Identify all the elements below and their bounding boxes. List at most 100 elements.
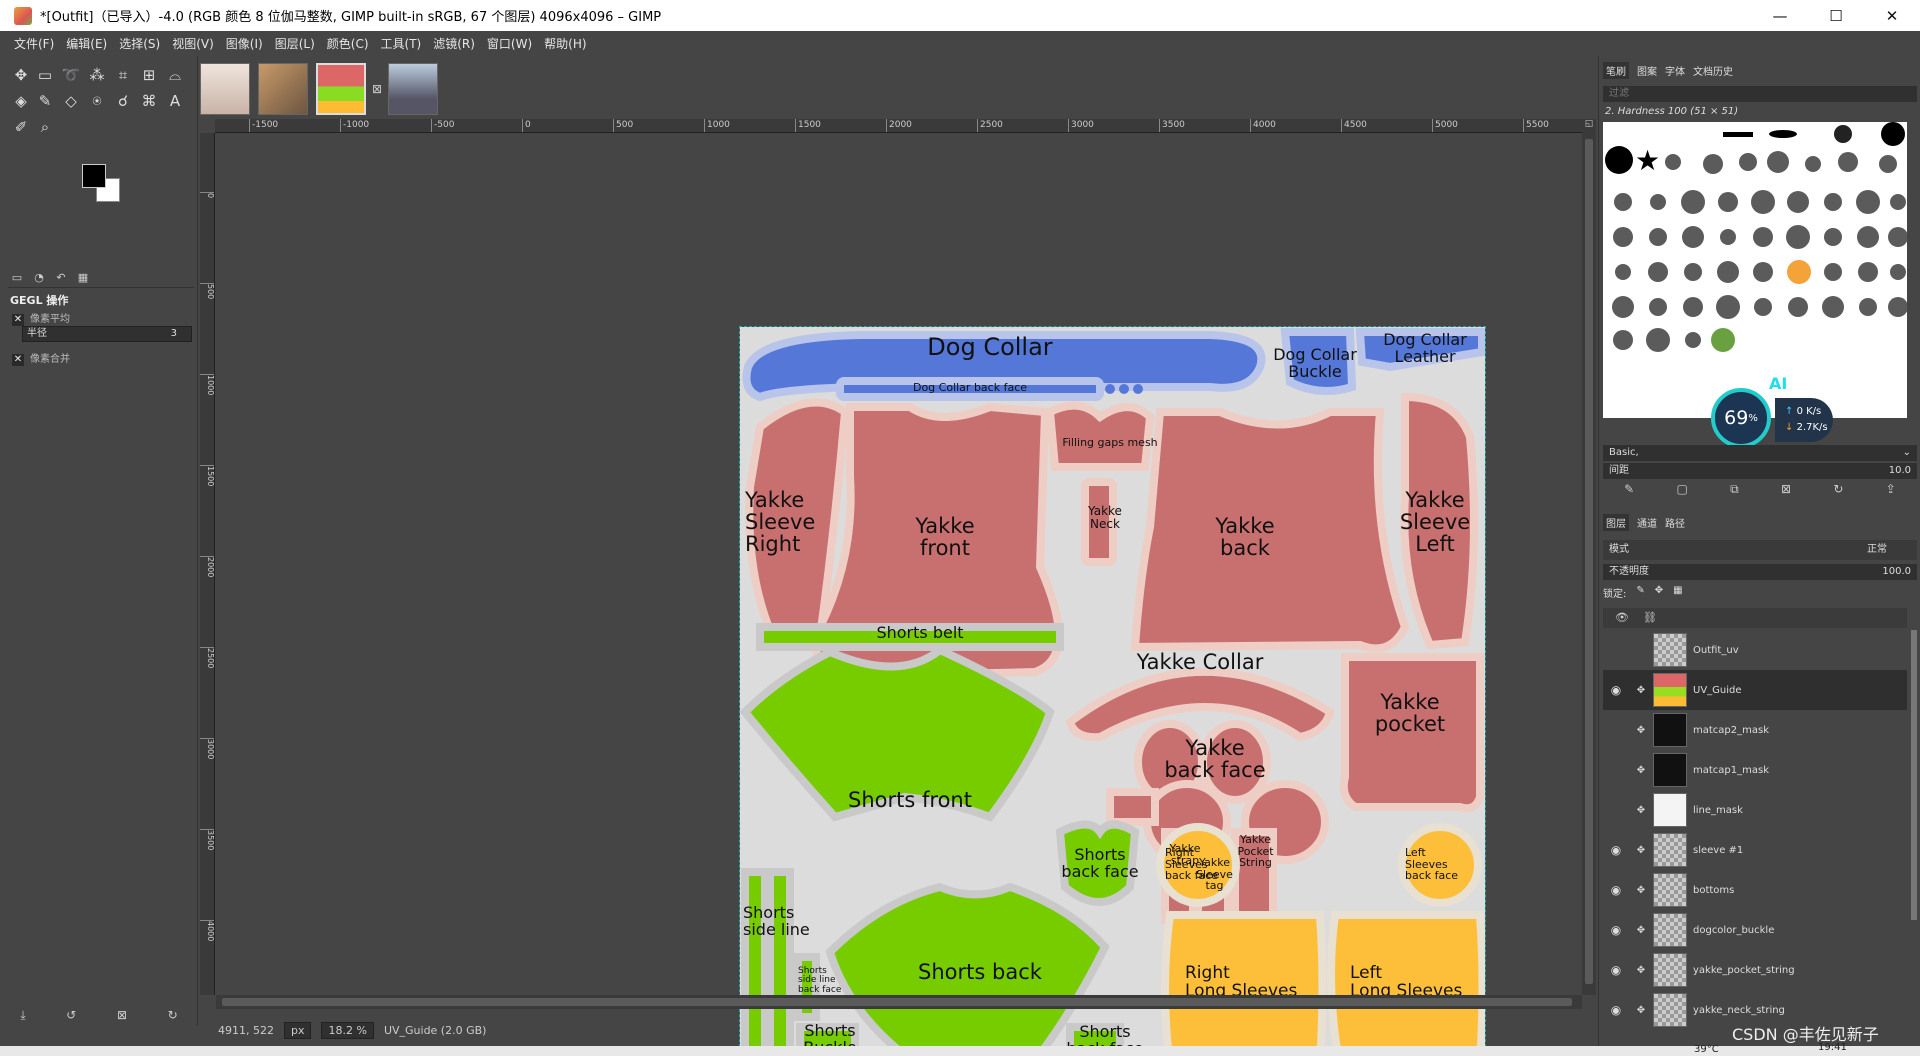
layer-row[interactable]: ◉ ✥ UV_Guide xyxy=(1603,670,1907,710)
close-button[interactable]: ✕ xyxy=(1864,0,1920,31)
chain-icon[interactable]: ✥ xyxy=(1629,1005,1653,1016)
remove-icon[interactable]: ✕ xyxy=(12,314,24,326)
unit-select[interactable]: px xyxy=(283,1021,312,1039)
layer-list-scrollbar[interactable] xyxy=(1911,630,1917,920)
layer-row[interactable]: ◉ ✥ bottoms xyxy=(1603,870,1907,910)
tool-options-tab-icon[interactable]: ▭ xyxy=(8,271,26,284)
lasso-icon[interactable]: ➰ xyxy=(60,64,82,86)
eraser-icon[interactable]: ◇ xyxy=(60,90,82,112)
brush-preset-select[interactable]: Basic, ⌄ xyxy=(1603,445,1917,461)
visibility-eye-icon[interactable]: ◉ xyxy=(1603,923,1629,937)
duplicate-brush-icon[interactable]: ⧉ xyxy=(1730,482,1739,502)
close-tab-icon[interactable]: ⊠ xyxy=(372,82,382,96)
tab-paths[interactable]: 路径 xyxy=(1665,515,1685,530)
transform-icon[interactable]: ⊞ xyxy=(138,64,160,86)
remove-icon[interactable]: ✕ xyxy=(12,354,24,366)
chain-icon[interactable]: ✥ xyxy=(1629,965,1653,976)
visibility-eye-icon[interactable]: ◉ xyxy=(1603,963,1629,977)
menu-windows[interactable]: 窗口(W) xyxy=(481,35,538,52)
uv-guide-image[interactable]: Dog Collar Dog Collar back face Dog Coll… xyxy=(739,326,1486,1056)
menu-select[interactable]: 选择(S) xyxy=(113,35,166,52)
layer-row[interactable]: ✥ matcap1_mask xyxy=(1603,750,1907,790)
menu-filters[interactable]: 滤镜(R) xyxy=(427,35,481,52)
crop-icon[interactable]: ⌗ xyxy=(112,64,134,86)
brush-filter-input[interactable]: 过滤 xyxy=(1603,86,1917,102)
fuzzy-select-icon[interactable]: ⁂ xyxy=(86,64,108,86)
horizontal-ruler[interactable]: -1500 -1000 -500 0 500 1000 1500 2000 25… xyxy=(215,119,1582,133)
layer-row[interactable]: ◉ ✥ sleeve #1 xyxy=(1603,830,1907,870)
save-options-icon[interactable]: ⤓ xyxy=(20,1008,25,1023)
smudge-icon[interactable]: ☌ xyxy=(112,90,134,112)
scroll-thumb[interactable] xyxy=(222,998,1572,1006)
maximize-button[interactable]: ☐ xyxy=(1808,0,1864,31)
spacing-slider[interactable]: 间距 10.0 xyxy=(1603,463,1917,479)
chain-icon[interactable]: ✥ xyxy=(1629,925,1653,936)
menu-tools[interactable]: 工具(T) xyxy=(375,35,428,52)
refresh-brushes-icon[interactable]: ↻ xyxy=(1833,482,1843,502)
layer-mode-select[interactable]: 模式 正常 xyxy=(1603,540,1917,560)
minimize-button[interactable]: — xyxy=(1752,0,1808,31)
layer-row[interactable]: ◉ ✥ yakke_pocket_string xyxy=(1603,950,1907,990)
navigate-icon[interactable]: ◱ xyxy=(1582,119,1596,133)
layer-row[interactable]: ◉ ✥ dogcolor_buckle xyxy=(1603,910,1907,950)
menu-help[interactable]: 帮助(H) xyxy=(538,35,592,52)
chain-icon[interactable]: ✥ xyxy=(1629,805,1653,816)
visibility-eye-icon[interactable]: ◉ xyxy=(1603,883,1629,897)
tab-channels[interactable]: 通道 xyxy=(1637,515,1657,530)
text-tool-icon[interactable]: A xyxy=(164,90,186,112)
zoom-select[interactable]: 18.2 % xyxy=(321,1021,374,1039)
tab-layers[interactable]: 图层 xyxy=(1603,513,1629,531)
device-status-tab-icon[interactable]: ◔ xyxy=(30,271,48,284)
delete-brush-icon[interactable]: ⊠ xyxy=(1781,482,1791,502)
chain-icon[interactable]: ✥ xyxy=(1629,765,1653,776)
bucket-fill-icon[interactable]: ◈ xyxy=(10,90,32,112)
opacity-slider[interactable]: 不透明度 100.0 xyxy=(1603,564,1917,580)
menu-view[interactable]: 视图(V) xyxy=(166,35,220,52)
new-brush-icon[interactable]: ▢ xyxy=(1677,482,1688,502)
image-tab-thumb[interactable] xyxy=(258,63,308,115)
lock-alpha-icon[interactable]: ▦ xyxy=(1673,585,1682,600)
horizontal-scrollbar[interactable] xyxy=(216,995,1582,1009)
scroll-thumb[interactable] xyxy=(1585,139,1593,984)
edit-brush-icon[interactable]: ✎ xyxy=(1624,482,1634,502)
menu-file[interactable]: 文件(F) xyxy=(8,35,60,52)
layer-row[interactable]: ✥ matcap2_mask xyxy=(1603,710,1907,750)
menu-colors[interactable]: 颜色(C) xyxy=(321,35,375,52)
chain-icon[interactable]: ✥ xyxy=(1629,725,1653,736)
rect-select-icon[interactable]: ▭ xyxy=(34,64,56,86)
visibility-eye-icon[interactable]: ◉ xyxy=(1603,843,1629,857)
canvas-area[interactable]: Dog Collar Dog Collar back face Dog Coll… xyxy=(216,134,1582,1056)
undo-history-tab-icon[interactable]: ↶ xyxy=(52,271,70,284)
tab-brushes[interactable]: 笔刷 xyxy=(1603,61,1629,79)
path-icon[interactable]: ⌘ xyxy=(138,90,160,112)
gegl-op-pixelize-average[interactable]: ✕ 像素平均 xyxy=(12,310,70,326)
restore-options-icon[interactable]: ↺ xyxy=(66,1008,76,1022)
images-tab-icon[interactable]: ▦ xyxy=(74,271,92,284)
menu-layer[interactable]: 图层(L) xyxy=(269,35,321,52)
vertical-scrollbar[interactable] xyxy=(1582,133,1596,995)
layer-list[interactable]: Outfit_uv ◉ ✥ UV_Guide ✥ matcap2_mask ✥ matcap1… xyxy=(1603,630,1907,1030)
chain-icon[interactable]: ✥ xyxy=(1629,885,1653,896)
layer-row[interactable]: ✥ line_mask xyxy=(1603,790,1907,830)
chain-icon[interactable]: ✥ xyxy=(1629,685,1653,696)
fg-bg-colors[interactable] xyxy=(82,164,124,206)
zoom-tool-icon[interactable]: ⌕ xyxy=(34,116,56,138)
reset-options-icon[interactable]: ↻ xyxy=(168,1008,178,1022)
lock-pixels-icon[interactable]: ✎ xyxy=(1636,585,1644,600)
vertical-ruler[interactable]: 0 500 1000 1500 2000 2500 3000 3500 4000 xyxy=(200,133,215,995)
image-tab-thumb[interactable] xyxy=(388,63,439,115)
delete-options-icon[interactable]: ⊠ xyxy=(117,1008,127,1022)
tab-fonts[interactable]: 字体 xyxy=(1665,63,1685,78)
visibility-eye-icon[interactable]: ◉ xyxy=(1603,1003,1629,1017)
lock-position-icon[interactable]: ✥ xyxy=(1655,585,1663,600)
open-brush-icon[interactable]: ⇪ xyxy=(1886,482,1896,502)
color-picker-icon[interactable]: ✐ xyxy=(10,116,32,138)
chain-icon[interactable]: ✥ xyxy=(1629,845,1653,856)
tab-doc-history[interactable]: 文档历史 xyxy=(1693,63,1733,78)
image-tab-thumb[interactable] xyxy=(200,63,250,115)
paintbrush-icon[interactable]: ✎ xyxy=(34,90,56,112)
warp-icon[interactable]: ⌓ xyxy=(164,64,186,86)
visibility-eye-icon[interactable]: ◉ xyxy=(1603,683,1629,697)
image-tab-thumb-active[interactable] xyxy=(316,63,366,115)
clone-icon[interactable]: ⍟ xyxy=(86,90,108,112)
